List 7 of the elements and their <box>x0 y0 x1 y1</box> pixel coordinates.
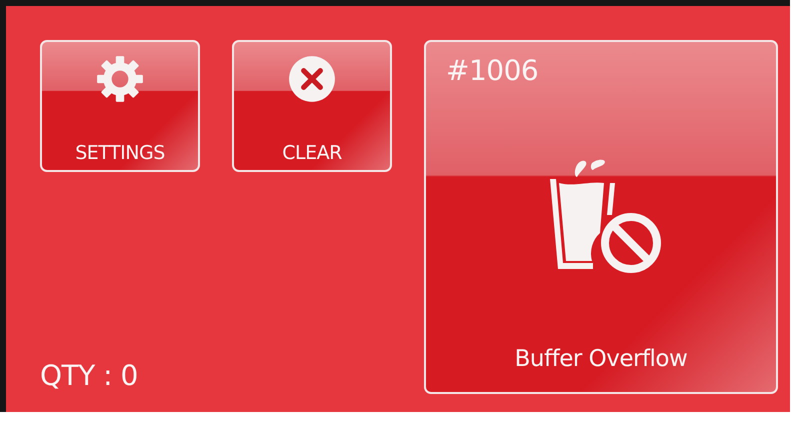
settings-icon <box>95 54 145 104</box>
settings-button[interactable]: SETTINGS <box>40 40 200 172</box>
clear-button[interactable]: CLEAR <box>232 40 392 172</box>
quantity-label: QTY : 0 <box>40 359 139 392</box>
alert-message: Buffer Overflow <box>514 346 688 372</box>
close-icon <box>287 54 337 104</box>
alert-code: #1006 <box>446 54 538 87</box>
